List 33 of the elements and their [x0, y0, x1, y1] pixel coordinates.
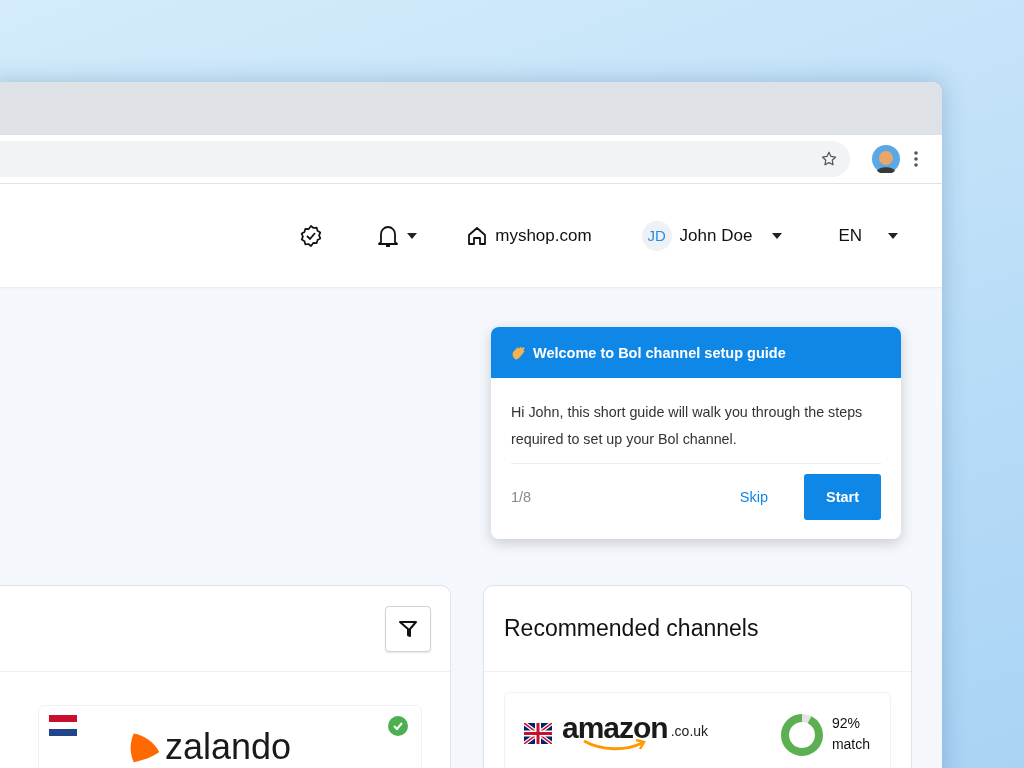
verified-badge-icon[interactable]	[299, 223, 324, 248]
tour-message: Hi John, this short guide will walk you through the steps required to set up your Bol channel.	[511, 399, 881, 464]
bookmark-star-icon[interactable]	[820, 150, 838, 168]
channel-logo-text: zalando	[165, 728, 292, 766]
notifications-button[interactable]	[377, 223, 418, 248]
caret-icon	[888, 232, 898, 239]
match-label: match	[831, 735, 870, 754]
filter-icon	[398, 618, 418, 639]
card-title: Recommended channels	[504, 615, 759, 642]
step-counter: 1/8	[511, 489, 533, 505]
caret-icon	[407, 232, 418, 239]
waving-hand-icon	[511, 344, 527, 361]
filter-button[interactable]	[385, 605, 431, 652]
netherlands-flag-icon	[49, 715, 77, 736]
match-donut	[779, 713, 824, 757]
uk-flag-icon	[524, 723, 552, 744]
home-icon	[467, 225, 488, 246]
channel-domain: .co.uk	[670, 723, 709, 739]
match-percent: 92%	[831, 714, 861, 733]
shop-link[interactable]: myshop.com	[467, 225, 592, 246]
user-menu[interactable]: JD John Doe	[641, 220, 783, 251]
channel-logo-text: amazon	[562, 713, 668, 743]
tour-title: Welcome to Bol channel setup guide	[533, 344, 786, 361]
user-initials: JD	[641, 220, 672, 251]
more-menu-icon[interactable]	[914, 151, 918, 167]
profile-avatar-icon[interactable]	[872, 145, 900, 173]
bell-icon	[377, 223, 400, 248]
channel-recommendation[interactable]: amazon.co.uk 92% match	[504, 692, 891, 768]
channel-tile[interactable]: zalando	[38, 705, 422, 768]
start-button[interactable]: Start	[804, 474, 881, 520]
language-selector[interactable]: EN	[838, 225, 898, 246]
caret-icon	[772, 232, 783, 239]
skip-button[interactable]: Skip	[733, 488, 774, 506]
